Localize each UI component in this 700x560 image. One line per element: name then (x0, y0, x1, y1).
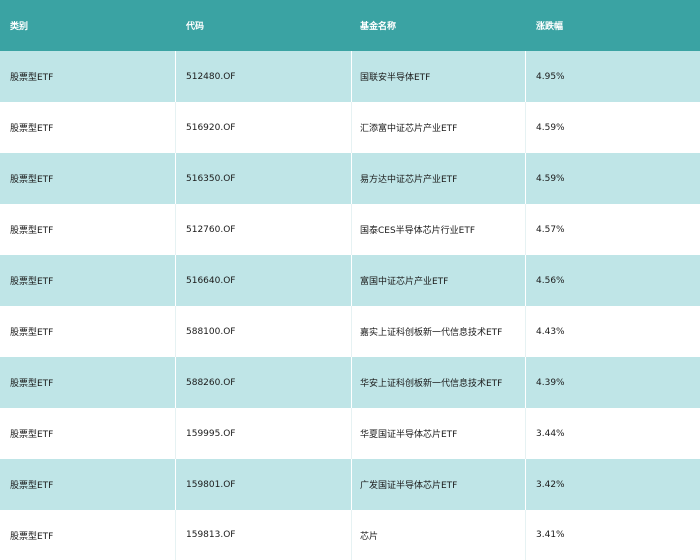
cell-change: 4.57% (536, 224, 565, 235)
cell-code: 516640.OF (176, 255, 352, 306)
cell-code: 516920.OF (176, 102, 352, 153)
cell-category: 股票型ETF (0, 51, 176, 102)
cell-category: 股票型ETF (0, 102, 176, 153)
cell-category: 股票型ETF (0, 408, 176, 459)
cell-code: 588100.OF (176, 306, 352, 357)
cell-category: 股票型ETF (0, 306, 176, 357)
table-row: 股票型ETF 588260.OF 华安上证科创板新一代信息技术ETF 4.39% (0, 357, 700, 408)
cell-fund-name: 易方达中证芯片产业ETF (352, 153, 526, 204)
header-fund-name: 基金名称 (360, 22, 397, 32)
cell-code: 588260.OF (176, 357, 352, 408)
cell-fund-name: 富国中证芯片产业ETF (352, 255, 526, 306)
header-category: 类别 (10, 22, 29, 32)
fund-table: 类别 代码 基金名称 涨跌幅 股票型ETF 512480.OF 国联安半导体ET… (0, 0, 700, 560)
table-row: 股票型ETF 516640.OF 富国中证芯片产业ETF 4.56% (0, 255, 700, 306)
cell-fund-name: 芯片 (352, 510, 526, 560)
table-row: 股票型ETF 159995.OF 华夏国证半导体芯片ETF 3.44% (0, 408, 700, 459)
table-row: 股票型ETF 159813.OF 芯片 3.41% (0, 510, 700, 560)
header-change: 涨跌幅 (536, 22, 564, 32)
cell-code: 512480.OF (176, 51, 352, 102)
cell-code: 512760.OF (176, 204, 352, 255)
cell-fund-name: 嘉实上证科创板新一代信息技术ETF (352, 306, 526, 357)
cell-category: 股票型ETF (0, 204, 176, 255)
table-row: 股票型ETF 512480.OF 国联安半导体ETF 4.95% (0, 51, 700, 102)
cell-change: 4.95% (536, 71, 565, 82)
cell-change: 4.59% (536, 122, 565, 133)
cell-fund-name: 国泰CES半导体芯片行业ETF (352, 204, 526, 255)
cell-change: 4.56% (536, 275, 565, 286)
cell-category: 股票型ETF (0, 357, 176, 408)
cell-code: 159995.OF (176, 408, 352, 459)
cell-change: 3.42% (536, 479, 565, 490)
table-row: 股票型ETF 159801.OF 广发国证半导体芯片ETF 3.42% (0, 459, 700, 510)
cell-change: 4.59% (536, 173, 565, 184)
table-row: 股票型ETF 516350.OF 易方达中证芯片产业ETF 4.59% (0, 153, 700, 204)
table-row: 股票型ETF 512760.OF 国泰CES半导体芯片行业ETF 4.57% (0, 204, 700, 255)
cell-code: 159813.OF (176, 510, 352, 560)
cell-change: 4.39% (536, 377, 565, 388)
cell-category: 股票型ETF (0, 255, 176, 306)
cell-code: 159801.OF (176, 459, 352, 510)
cell-fund-name: 广发国证半导体芯片ETF (352, 459, 526, 510)
cell-fund-name: 华安上证科创板新一代信息技术ETF (352, 357, 526, 408)
cell-change: 4.43% (536, 326, 565, 337)
cell-change: 3.44% (536, 428, 565, 439)
cell-code: 516350.OF (176, 153, 352, 204)
cell-fund-name: 国联安半导体ETF (352, 51, 526, 102)
table-row: 股票型ETF 588100.OF 嘉实上证科创板新一代信息技术ETF 4.43% (0, 306, 700, 357)
table-row: 股票型ETF 516920.OF 汇添富中证芯片产业ETF 4.59% (0, 102, 700, 153)
cell-change: 3.41% (536, 530, 565, 540)
cell-fund-name: 汇添富中证芯片产业ETF (352, 102, 526, 153)
cell-category: 股票型ETF (0, 459, 176, 510)
table-header: 类别 代码 基金名称 涨跌幅 (0, 0, 700, 51)
cell-category: 股票型ETF (0, 510, 176, 560)
cell-fund-name: 华夏国证半导体芯片ETF (352, 408, 526, 459)
cell-category: 股票型ETF (0, 153, 176, 204)
header-code: 代码 (186, 22, 205, 32)
